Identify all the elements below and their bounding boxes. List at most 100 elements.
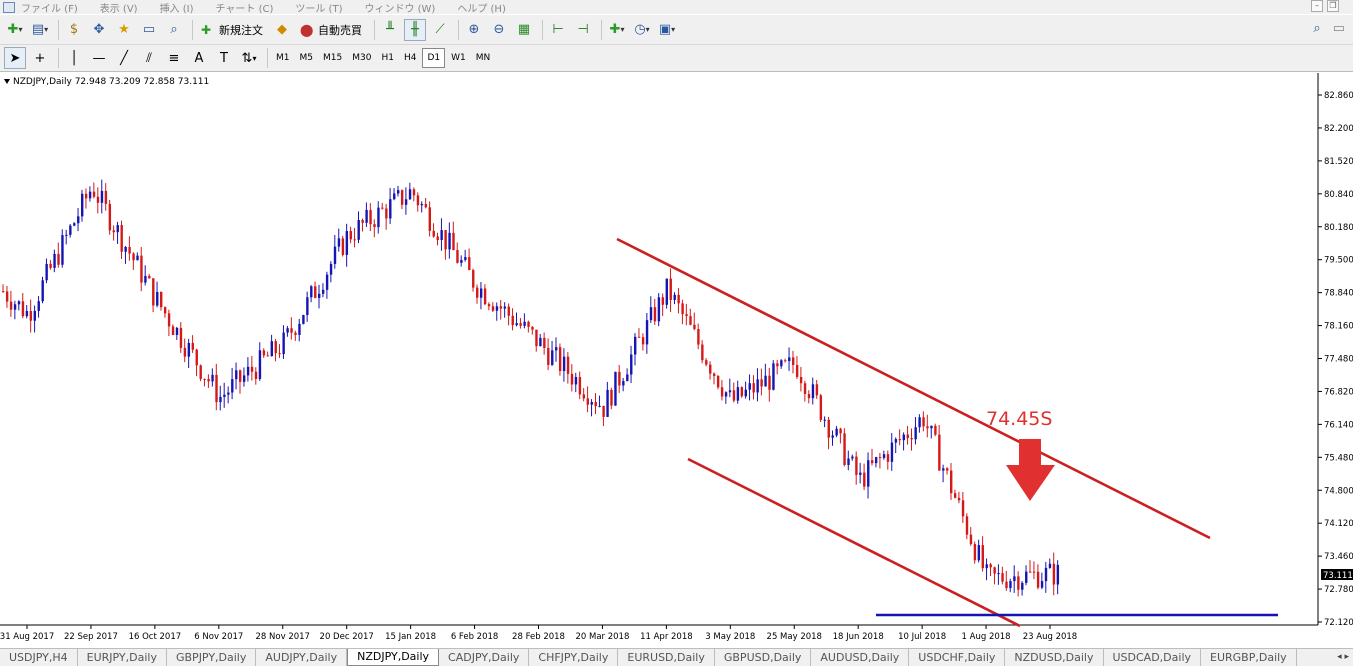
- tab-audjpy-daily[interactable]: AUDJPY,Daily: [256, 649, 348, 666]
- minimize-button[interactable]: –: [1311, 0, 1323, 12]
- candle-body: [871, 460, 874, 464]
- candle-body: [985, 564, 988, 569]
- trendline-icon[interactable]: ╱: [113, 47, 135, 69]
- timeframe-m30[interactable]: M30: [348, 48, 375, 68]
- candle-body: [120, 225, 123, 252]
- tab-gbpusd-daily[interactable]: GBPUSD,Daily: [715, 649, 812, 666]
- candle-body: [223, 394, 226, 397]
- menu-chart[interactable]: チャート (C): [216, 0, 274, 15]
- line-chart-icon[interactable]: ⟋: [429, 19, 451, 41]
- strategy-tester-icon[interactable]: ⌕: [163, 19, 185, 41]
- collapse-arrow-icon: [4, 79, 10, 84]
- restore-button[interactable]: ❐: [1327, 0, 1339, 12]
- text-label-icon[interactable]: T: [213, 47, 235, 69]
- text-icon[interactable]: A: [188, 47, 210, 69]
- tab-chfjpy-daily[interactable]: CHFJPY,Daily: [529, 649, 619, 666]
- date-tick-label: 28 Feb 2018: [512, 632, 565, 642]
- tab-eurjpy-daily[interactable]: EURJPY,Daily: [78, 649, 167, 666]
- candle-body: [764, 375, 767, 387]
- tab-audusd-daily[interactable]: AUDUSD,Daily: [811, 649, 910, 666]
- timeframe-h1[interactable]: H1: [377, 48, 398, 68]
- chat-icon[interactable]: ▭: [1333, 21, 1345, 36]
- candle-body: [934, 425, 937, 435]
- vertical-line-icon[interactable]: │: [63, 47, 85, 69]
- toolbar-divider: [192, 19, 193, 40]
- price-chart[interactable]: 82.860 82.200 81.520 80.840 80.180 79.500 78.8…: [0, 73, 1353, 649]
- profiles-icon[interactable]: ▤ ▾: [29, 19, 51, 41]
- data-window-icon[interactable]: ✥: [88, 19, 110, 41]
- toolbar-divider: [374, 19, 375, 40]
- tile-windows-icon[interactable]: ▦: [513, 19, 535, 41]
- navigator-icon[interactable]: ★: [113, 19, 135, 41]
- candle-body: [776, 363, 779, 367]
- candle-body: [981, 545, 984, 569]
- channel-icon[interactable]: ⫽: [138, 47, 160, 69]
- tab-gbpjpy-daily[interactable]: GBPJPY,Daily: [167, 649, 257, 666]
- candle-body: [203, 378, 206, 380]
- indicators-icon[interactable]: ✚ ▾: [606, 19, 628, 41]
- tab-usdjpy-h4[interactable]: USDJPY,H4: [0, 649, 78, 666]
- zoom-out-icon[interactable]: ⊖: [488, 19, 510, 41]
- tab-cadjpy-daily[interactable]: CADJPY,Daily: [439, 649, 530, 666]
- crosshair-icon[interactable]: +: [29, 47, 51, 69]
- templates-icon[interactable]: ▣ ▾: [656, 19, 678, 41]
- menu-help[interactable]: ヘルプ (H): [457, 0, 506, 15]
- candle-body: [697, 328, 700, 345]
- candle-body: [744, 389, 747, 397]
- candle-body: [53, 253, 56, 268]
- candle-body: [815, 384, 819, 396]
- new-order-button[interactable]: ✚ 新規注文: [197, 19, 267, 41]
- timeframe-m1[interactable]: M1: [272, 48, 294, 68]
- menu-view[interactable]: 表示 (V): [100, 0, 138, 15]
- menu-file[interactable]: ファイル (F): [21, 0, 78, 15]
- timeframe-m15[interactable]: M15: [319, 48, 346, 68]
- chart-shift-icon[interactable]: ⊢: [547, 19, 569, 41]
- new-chart-icon[interactable]: ✚ ▾: [4, 19, 26, 41]
- horizontal-line-icon[interactable]: —: [88, 47, 110, 69]
- bar-chart-icon[interactable]: ╨: [379, 19, 401, 41]
- tab-eurusd-daily[interactable]: EURUSD,Daily: [618, 649, 715, 666]
- candlestick-icon[interactable]: ╫: [404, 18, 426, 41]
- candle-body: [574, 377, 578, 385]
- zoom-in-icon[interactable]: ⊕: [463, 19, 485, 41]
- periods-icon[interactable]: ◷ ▾: [631, 19, 653, 41]
- market-watch-icon[interactable]: $: [63, 19, 85, 41]
- candle-body: [318, 293, 321, 298]
- timeframe-w1[interactable]: W1: [447, 48, 470, 68]
- candle-body: [598, 405, 601, 407]
- candle-body: [266, 355, 270, 357]
- timeframe-d1[interactable]: D1: [422, 48, 446, 68]
- tab-nzdjpy-daily[interactable]: NZDJPY,Daily: [347, 649, 440, 666]
- metaeditor-icon[interactable]: ◆: [271, 19, 293, 41]
- timeframe-h4[interactable]: H4: [400, 48, 421, 68]
- candle-body: [41, 280, 44, 302]
- timeframe-mn[interactable]: MN: [472, 48, 495, 68]
- tab-usdcad-daily[interactable]: USDCAD,Daily: [1104, 649, 1202, 666]
- candle-body: [511, 315, 514, 326]
- chart-window[interactable]: 82.860 82.200 81.520 80.840 80.180 79.500 78.8…: [0, 73, 1353, 649]
- auto-trading-button[interactable]: ⬤ 自動売買: [296, 19, 366, 41]
- candle-body: [551, 350, 554, 365]
- tab-scroll-icon[interactable]: ◂ ▸: [1337, 652, 1349, 662]
- channel-upper-trendline[interactable]: [616, 237, 1211, 540]
- menu-tools[interactable]: ツール (T): [295, 0, 342, 15]
- autoscroll-icon[interactable]: ⊣: [572, 19, 594, 41]
- candle-body: [310, 286, 313, 298]
- price-tick-label: 80.840: [1324, 190, 1353, 200]
- candle-body: [562, 356, 566, 372]
- candle-body: [163, 307, 167, 314]
- menu-insert[interactable]: 挿入 (I): [160, 0, 194, 15]
- candle-body: [385, 208, 388, 219]
- tab-nzdusd-daily[interactable]: NZDUSD,Daily: [1005, 649, 1104, 666]
- cursor-icon[interactable]: ➤: [4, 47, 26, 69]
- candle-body: [321, 289, 325, 294]
- menu-window[interactable]: ウィンドウ (W): [364, 0, 435, 15]
- search-icon[interactable]: ⌕: [1313, 21, 1320, 36]
- arrows-icon[interactable]: ⇅ ▾: [238, 47, 260, 69]
- candle-body: [843, 433, 846, 465]
- tab-eurgbp-daily[interactable]: EURGBP,Daily: [1201, 649, 1297, 666]
- fibonacci-icon[interactable]: ≡: [163, 47, 185, 69]
- timeframe-m5[interactable]: M5: [296, 48, 318, 68]
- tab-usdchf-daily[interactable]: USDCHF,Daily: [909, 649, 1006, 666]
- terminal-icon[interactable]: ▭: [138, 19, 160, 41]
